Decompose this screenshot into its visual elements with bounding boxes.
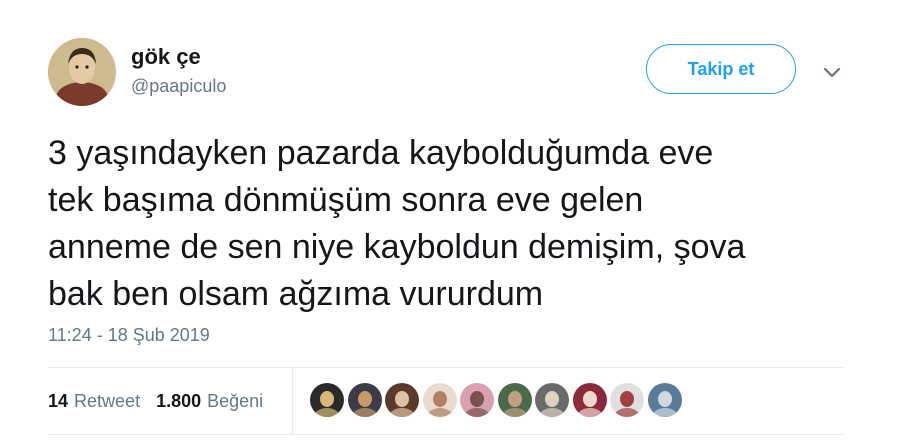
liker-avatar[interactable] xyxy=(310,383,344,417)
like-count[interactable]: 1.800 xyxy=(156,391,201,412)
avatar[interactable] xyxy=(48,38,116,106)
avatar-photo-icon xyxy=(647,383,682,417)
liker-avatar[interactable] xyxy=(460,383,494,417)
liker-avatar[interactable] xyxy=(385,383,419,417)
liker-avatar[interactable] xyxy=(497,383,532,417)
avatar-photo-icon xyxy=(610,383,644,417)
divider-top xyxy=(48,367,844,368)
chevron-down-icon xyxy=(823,67,841,78)
liker-avatar[interactable] xyxy=(572,383,607,417)
user-handle[interactable]: @paapiculo xyxy=(131,76,226,97)
avatar-photo-icon xyxy=(310,383,344,417)
avatar-photo-icon xyxy=(422,383,457,417)
divider-bottom xyxy=(48,434,844,435)
liker-avatar[interactable] xyxy=(647,383,682,417)
tweet-timestamp[interactable]: 11:24 - 18 Şub 2019 xyxy=(48,325,210,346)
tweet-text: 3 yaşındayken pazarda kaybolduğumda eve … xyxy=(48,134,746,313)
display-name[interactable]: gök çe xyxy=(131,44,201,70)
portrait-avatar-icon xyxy=(48,38,116,106)
liker-avatars xyxy=(310,383,685,417)
liker-avatar[interactable] xyxy=(535,383,569,417)
avatar-photo-icon xyxy=(497,383,532,417)
avatar-photo-icon xyxy=(535,383,569,417)
liker-avatar[interactable] xyxy=(610,383,644,417)
stats-separator xyxy=(292,368,293,434)
avatar-photo-icon xyxy=(572,383,607,417)
avatar-photo-icon xyxy=(460,383,494,417)
like-label[interactable]: Beğeni xyxy=(207,391,263,412)
retweet-label[interactable]: Retweet xyxy=(74,391,140,412)
tweet-stats: 14 Retweet 1.800 Beğeni xyxy=(48,388,263,414)
follow-button[interactable]: Takip et xyxy=(646,44,796,94)
avatar-photo-icon xyxy=(347,383,382,417)
avatar-photo-icon xyxy=(385,383,419,417)
tweet-menu-button[interactable] xyxy=(820,62,844,82)
retweet-count[interactable]: 14 xyxy=(48,391,68,412)
liker-avatar[interactable] xyxy=(422,383,457,417)
liker-avatar[interactable] xyxy=(347,383,382,417)
